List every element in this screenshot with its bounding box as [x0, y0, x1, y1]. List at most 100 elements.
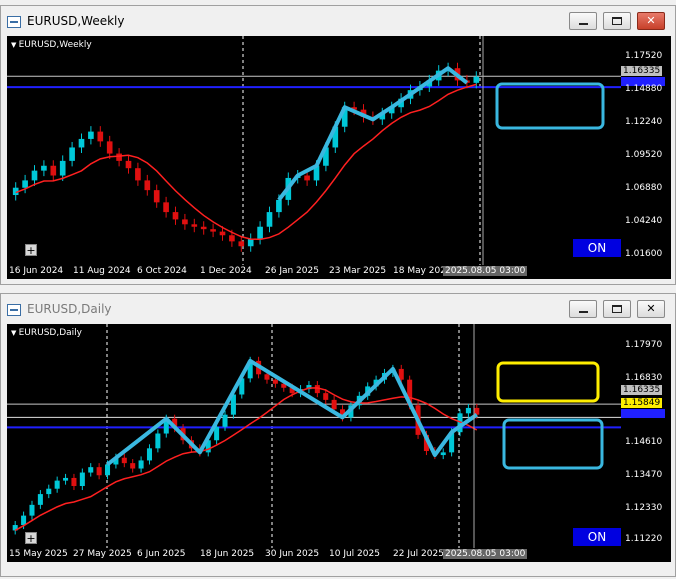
daily-price-axis[interactable]: 1.17970 1.16830 1.16335 1.15849 1.14610 …: [621, 324, 671, 548]
candle-body: [222, 414, 228, 427]
candle-body: [69, 147, 75, 161]
daily-chart-window: EURUSD,Daily ✕ EURUSD,Daily + ON 1.17970…: [0, 293, 676, 577]
maximize-icon: [612, 17, 622, 25]
chart-window-icon: [7, 16, 21, 28]
close-button[interactable]: ✕: [637, 300, 665, 318]
time-tick: 23 Mar 2025: [329, 266, 387, 276]
candle-body: [172, 212, 179, 220]
candle-body: [276, 199, 282, 213]
window-titlebar[interactable]: EURUSD,Weekly ✕: [1, 6, 675, 36]
time-tick: 1 Dec 2024: [200, 266, 252, 276]
candle-body: [465, 407, 471, 414]
price-tick: 1.04240: [625, 216, 663, 226]
candle-body: [323, 393, 329, 400]
candle-body: [146, 448, 152, 461]
price-tick: 1.09520: [625, 150, 663, 160]
price-tick: 1.01600: [625, 249, 663, 259]
add-indicator-button[interactable]: +: [25, 532, 37, 544]
candle-body: [229, 235, 235, 242]
weekly-chart-canvas[interactable]: EURUSD,Weekly + ON: [7, 36, 621, 265]
candle-body: [96, 467, 102, 476]
time-tick: 27 May 2025: [73, 549, 132, 559]
window-title: EURUSD,Weekly: [27, 14, 125, 28]
candle-body: [135, 168, 141, 181]
candle-body: [304, 175, 310, 181]
price-tick: 1.16830: [625, 373, 663, 383]
current-price-tag: 1.16335: [621, 66, 663, 76]
weekly-price-axis[interactable]: 1.17520 1.16335 1.14880 1.12240 1.09520 …: [621, 36, 671, 265]
ea-on-button[interactable]: ON: [573, 528, 621, 546]
candle-body: [50, 165, 57, 176]
price-tick: 1.17970: [625, 340, 663, 350]
daily-time-axis[interactable]: 15 May 2025 27 May 2025 6 Jun 2025 18 Ju…: [7, 548, 671, 562]
candle-body: [37, 494, 43, 505]
candle-body: [31, 170, 38, 181]
candle-body: [182, 219, 188, 225]
minimize-icon: [579, 311, 588, 313]
window-titlebar[interactable]: EURUSD,Daily ✕: [1, 294, 675, 324]
moving-average-line: [15, 83, 477, 241]
time-tick: 6 Jun 2025: [137, 549, 186, 559]
time-tick: 6 Oct 2024: [137, 266, 187, 276]
window-title: EURUSD,Daily: [27, 302, 112, 316]
time-tick: 26 Jan 2025: [265, 266, 319, 276]
candle-body: [78, 138, 85, 148]
chart-symbol-label: EURUSD,Weekly: [11, 40, 92, 50]
price-tick: 1.14610: [625, 437, 663, 447]
candle-body: [138, 460, 144, 469]
close-icon: ✕: [646, 302, 656, 315]
candle-body: [473, 76, 480, 83]
zone-box: [495, 82, 605, 130]
ea-on-button[interactable]: ON: [573, 239, 621, 257]
close-button[interactable]: ✕: [637, 12, 665, 30]
time-tick: 10 Jul 2025: [329, 549, 380, 559]
candle-body: [105, 464, 111, 476]
add-indicator-button[interactable]: +: [25, 244, 37, 256]
chart-symbol-label: EURUSD,Daily: [11, 328, 82, 338]
candle-body: [272, 379, 278, 384]
minimize-button[interactable]: [569, 12, 597, 30]
crosshair-time-label: 2025.08.05 03:00: [443, 549, 528, 559]
time-tick: 18 Jun 2025: [200, 549, 255, 559]
maximize-icon: [612, 305, 622, 313]
target-zone-box: [496, 361, 600, 403]
candle-body: [163, 202, 169, 213]
maximize-button[interactable]: [603, 300, 631, 318]
daily-chart-canvas[interactable]: EURUSD,Daily + ON: [7, 324, 621, 548]
chart-window-icon: [7, 304, 21, 316]
candle-body: [153, 190, 160, 203]
weekly-time-axis[interactable]: 16 Jun 2024 11 Aug 2024 6 Oct 2024 1 Dec…: [7, 265, 671, 279]
candle-body: [257, 226, 263, 239]
candle-body: [130, 463, 136, 469]
crosshair-time-label: 2025.08.05 03:00: [443, 266, 528, 276]
maximize-button[interactable]: [603, 12, 631, 30]
candle-body: [121, 457, 127, 464]
candle-body: [29, 504, 35, 516]
candle-body: [54, 480, 60, 489]
candle-body: [88, 467, 94, 473]
time-tick: 16 Jun 2024: [9, 266, 64, 276]
minimize-button[interactable]: [569, 300, 597, 318]
weekly-chart-plot: [7, 36, 621, 265]
time-tick: 30 Jun 2025: [265, 549, 320, 559]
candle-body: [106, 141, 113, 154]
candle-body: [266, 212, 273, 227]
price-tick: 1.06880: [625, 183, 663, 193]
price-tick: 1.13470: [625, 470, 663, 480]
candle-body: [63, 477, 69, 481]
price-tick: 1.11220: [625, 534, 663, 544]
candle-body: [116, 153, 122, 161]
candle-body: [97, 131, 104, 142]
candle-body: [331, 399, 337, 410]
candle-body: [144, 180, 151, 191]
candle-body: [88, 131, 94, 139]
candle-body: [59, 160, 66, 176]
price-tick: 1.17520: [625, 51, 663, 61]
minimize-icon: [579, 23, 588, 25]
candle-body: [21, 515, 27, 526]
level-tag: [621, 409, 665, 418]
time-tick: 11 Aug 2024: [73, 266, 131, 276]
candle-body: [191, 224, 198, 227]
moving-average-line: [14, 387, 478, 532]
current-price-tag: 1.16335: [621, 385, 663, 395]
